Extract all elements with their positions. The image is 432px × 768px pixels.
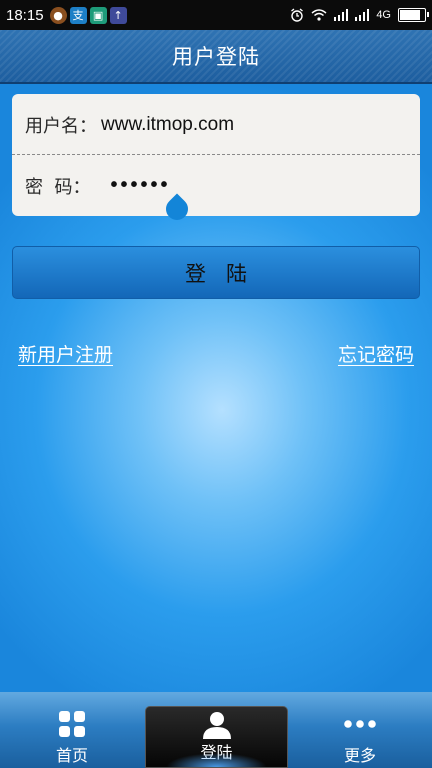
password-input[interactable]: •••••• xyxy=(110,174,170,197)
register-link[interactable]: 新用户注册 xyxy=(18,340,113,367)
more-dots-icon xyxy=(344,720,376,728)
bottom-nav: 首页 登陆 更多 xyxy=(0,692,432,768)
signal-icon xyxy=(334,9,349,21)
nav-item-more[interactable]: 更多 xyxy=(310,692,410,768)
battery-icon xyxy=(398,8,429,22)
password-field[interactable]: 密 码： •••••• xyxy=(12,155,420,216)
alarm-icon xyxy=(291,8,304,22)
status-time: 18:15 xyxy=(6,6,44,24)
nav-label-home: 首页 xyxy=(55,746,88,765)
username-field[interactable]: 用户名： www.itmop.com xyxy=(12,94,420,155)
signal-icon xyxy=(355,9,370,21)
username-label: 用户名： xyxy=(25,115,97,137)
network-type: 4G xyxy=(376,9,391,21)
password-label: 密 码： xyxy=(25,176,91,198)
nav-label-more: 更多 xyxy=(343,746,376,765)
image-notification-icon: ▣ xyxy=(89,6,107,24)
login-button[interactable]: 登陆 xyxy=(12,246,420,299)
grid-icon xyxy=(59,711,85,737)
nav-item-login[interactable]: 登陆 xyxy=(145,706,288,768)
page-title: 用户登陆 xyxy=(172,45,260,69)
title-bar: 用户登陆 xyxy=(0,30,432,84)
app-notification-icon: ● xyxy=(49,6,67,24)
forgot-password-link[interactable]: 忘记密码 xyxy=(338,340,414,367)
login-form: 用户名： www.itmop.com 密 码： •••••• xyxy=(12,94,420,216)
status-bar: 18:15 ● 支 ▣ ↑ 4G xyxy=(0,0,432,30)
user-icon xyxy=(202,712,231,739)
nav-item-home[interactable]: 首页 xyxy=(22,692,122,768)
battery-level xyxy=(400,10,421,20)
username-input[interactable]: www.itmop.com xyxy=(101,114,234,136)
active-tab-glow xyxy=(166,753,267,767)
upload-notification-icon: ↑ xyxy=(109,6,127,24)
wifi-icon xyxy=(311,9,327,21)
app-notification-icon: 支 xyxy=(69,6,87,24)
